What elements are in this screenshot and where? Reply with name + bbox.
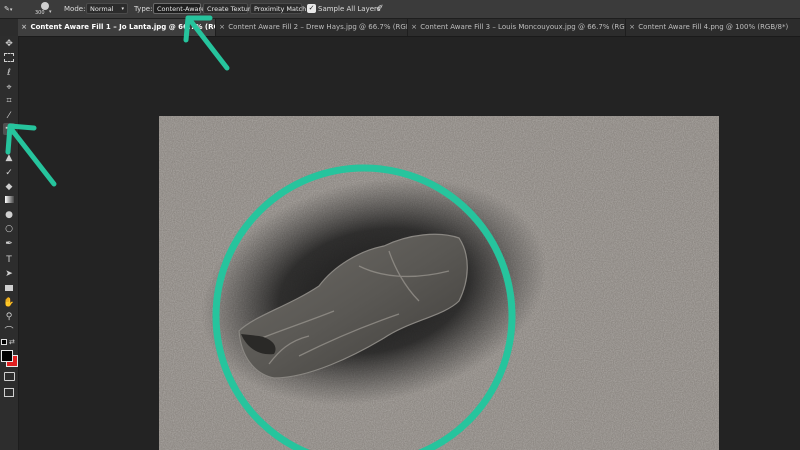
dodge-tool-icon[interactable]: ○ [3,223,15,235]
spot-healing-brush-tool-preset-icon[interactable]: ✎▾ [4,0,12,19]
marquee-tool-icon[interactable] [3,53,15,65]
quick-mask-icon[interactable] [3,372,15,384]
close-icon[interactable]: × [628,19,636,36]
tab-content-aware-fill-2[interactable]: × Content Aware Fill 2 – Drew Hays.jpg @… [216,19,408,36]
sample-all-layers-checkbox[interactable]: ✓ [307,4,316,13]
brush-picker[interactable]: 300 ▾ [34,1,56,17]
brush-tip-icon [41,2,49,10]
tab-label: Content Aware Fill 3 – Louis Moncouyoux.… [420,23,626,31]
quick-select-tool-icon[interactable]: ⌖ [3,82,15,94]
screen-mode-icon[interactable] [3,388,15,400]
brush-tool-icon[interactable]: / [3,138,15,150]
type-tool-icon[interactable]: T [3,254,15,266]
blur-tool-icon[interactable]: ● [3,209,15,221]
tab-label: Content Aware Fill 2 – Drew Hays.jpg @ 6… [228,23,408,31]
tab-content-aware-fill-3[interactable]: × Content Aware Fill 3 – Louis Moncouyou… [408,19,626,36]
crop-tool-icon[interactable]: ⌗ [3,95,15,107]
document-tab-bar: × Content Aware Fill 1 – Jo Lanta.jpg @ … [0,19,800,37]
close-icon[interactable]: × [218,19,226,36]
gradient-tool-icon[interactable] [3,195,15,207]
tab-label: Content Aware Fill 4.png @ 100% (RGB/8*) [638,23,789,31]
tools-panel: ✥ ℓ ⌖ ⌗ ⁄ ✚ / ▲ ✓ ◆ ● ○ ✒ T ➤ ✋ ⚲ ⌒ ⇄ [0,36,19,450]
edit-toolbar-icon[interactable]: ⌒ [3,326,15,338]
eyedropper-tool-icon[interactable]: ⁄ [3,110,15,122]
tab-label: Content Aware Fill 1 – Jo Lanta.jpg @ 66… [30,23,215,31]
mode-label: Mode: [64,5,86,13]
type-content-aware-button[interactable]: Content-Aware [153,3,205,14]
type-label: Type: [134,5,153,13]
eraser-tool-icon[interactable]: ◆ [3,181,15,193]
tab-content-aware-fill-4[interactable]: × Content Aware Fill 4.png @ 100% (RGB/8… [626,19,800,36]
brush-size-value: 300 [35,10,45,16]
default-colors-icon[interactable] [1,339,7,345]
document-canvas[interactable] [159,116,719,450]
type-proximity-match-button[interactable]: Proximity Match [250,3,306,14]
rectangle-tool-icon[interactable] [3,283,15,295]
options-bar: ✎▾ 300 ▾ Mode: Normal ▾ Type: Content-Aw… [0,0,800,19]
close-icon[interactable]: × [20,19,28,36]
foreground-color-swatch[interactable] [1,350,13,362]
spot-healing-brush-tool-icon[interactable]: ✚ [3,123,15,135]
tab-content-aware-fill-1[interactable]: × Content Aware Fill 1 – Jo Lanta.jpg @ … [18,19,216,36]
chevron-down-icon: ▾ [49,9,52,15]
zoom-tool-icon[interactable]: ⚲ [3,311,15,323]
history-brush-tool-icon[interactable]: ✓ [3,167,15,179]
swap-colors-icon[interactable]: ⇄ [9,338,15,346]
chevron-down-icon: ▾ [121,6,124,12]
type-create-texture-button[interactable]: Create Texture [203,3,254,14]
mode-value: Normal [90,5,114,13]
mode-select[interactable]: Normal ▾ [86,3,128,14]
hand-tool-icon[interactable]: ✋ [3,297,15,309]
close-icon[interactable]: × [410,19,418,36]
pen-tool-icon[interactable]: ✒ [3,238,15,250]
clone-stamp-tool-icon[interactable]: ▲ [3,152,15,164]
lasso-tool-icon[interactable]: ℓ [3,67,15,79]
pressure-size-icon[interactable]: ✐ [376,0,384,18]
path-selection-tool-icon[interactable]: ➤ [3,268,15,280]
move-tool-icon[interactable]: ✥ [3,38,15,50]
sample-all-layers-label[interactable]: Sample All Layers [318,0,381,18]
canvas-image [159,116,719,450]
